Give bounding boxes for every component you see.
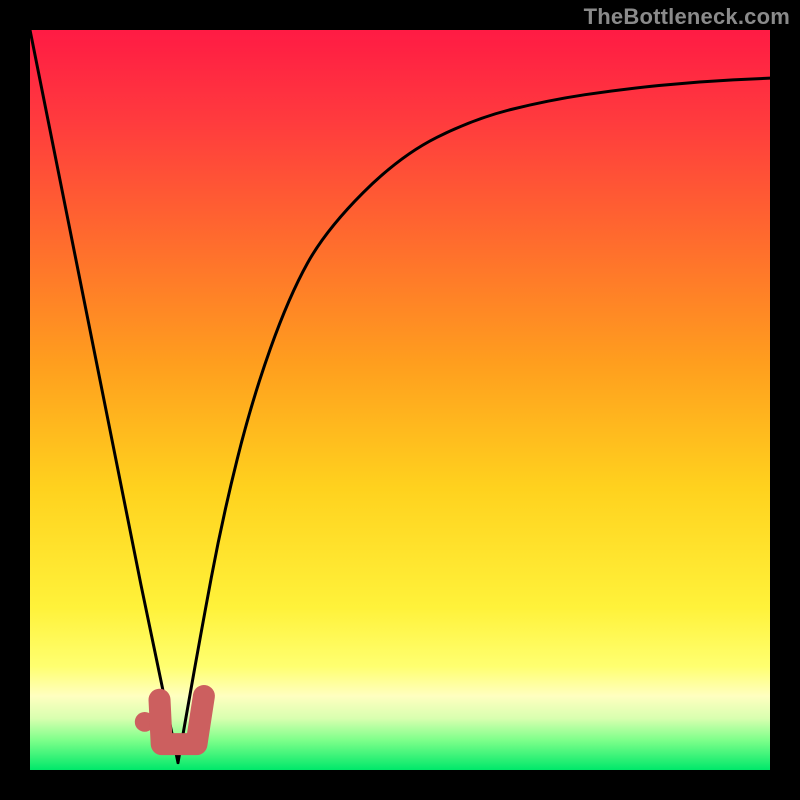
curve-layer (30, 30, 770, 770)
plot-area (30, 30, 770, 770)
chart-frame: TheBottleneck.com (0, 0, 800, 800)
watermark-text: TheBottleneck.com (584, 4, 790, 30)
right-ascent-curve (178, 78, 770, 763)
j-marker-hook (160, 696, 204, 744)
left-descent-line (30, 30, 178, 763)
